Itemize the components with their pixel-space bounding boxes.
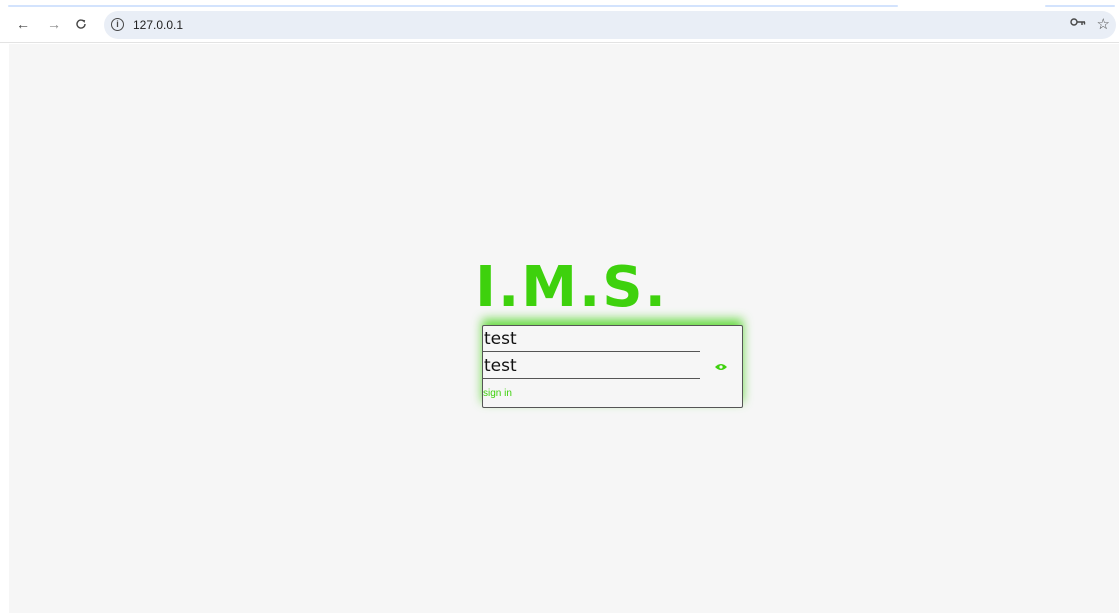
key-icon[interactable] [1070,17,1086,27]
tab-indicator-secondary [1045,5,1115,7]
forward-button[interactable]: → [43,13,65,35]
eye-icon[interactable] [715,363,727,371]
back-button[interactable]: ← [12,13,34,35]
back-arrow-icon: ← [16,16,30,32]
password-input[interactable] [483,353,700,379]
info-icon[interactable]: i [111,18,124,31]
forward-arrow-icon: → [47,16,61,32]
reload-icon [76,19,86,29]
sign-in-link[interactable]: sign in [483,388,512,399]
tab-strip [0,0,1119,8]
login-form: sign in [482,325,743,408]
star-icon[interactable]: ☆ [1097,15,1110,33]
username-input[interactable] [483,326,700,352]
browser-window: ← → i 127.0.0.1 ☆ I.M.S. test test sign … [0,0,1119,613]
address-bar[interactable]: i 127.0.0.1 ☆ [104,11,1116,39]
page-title-logo: I.M.S. [475,255,668,320]
tab-indicator [8,5,898,7]
page-viewport: I.M.S. sign in [9,44,1119,613]
browser-toolbar: ← → i 127.0.0.1 ☆ [0,8,1119,43]
reload-button[interactable] [70,13,92,35]
url-text[interactable]: 127.0.0.1 [133,18,183,32]
